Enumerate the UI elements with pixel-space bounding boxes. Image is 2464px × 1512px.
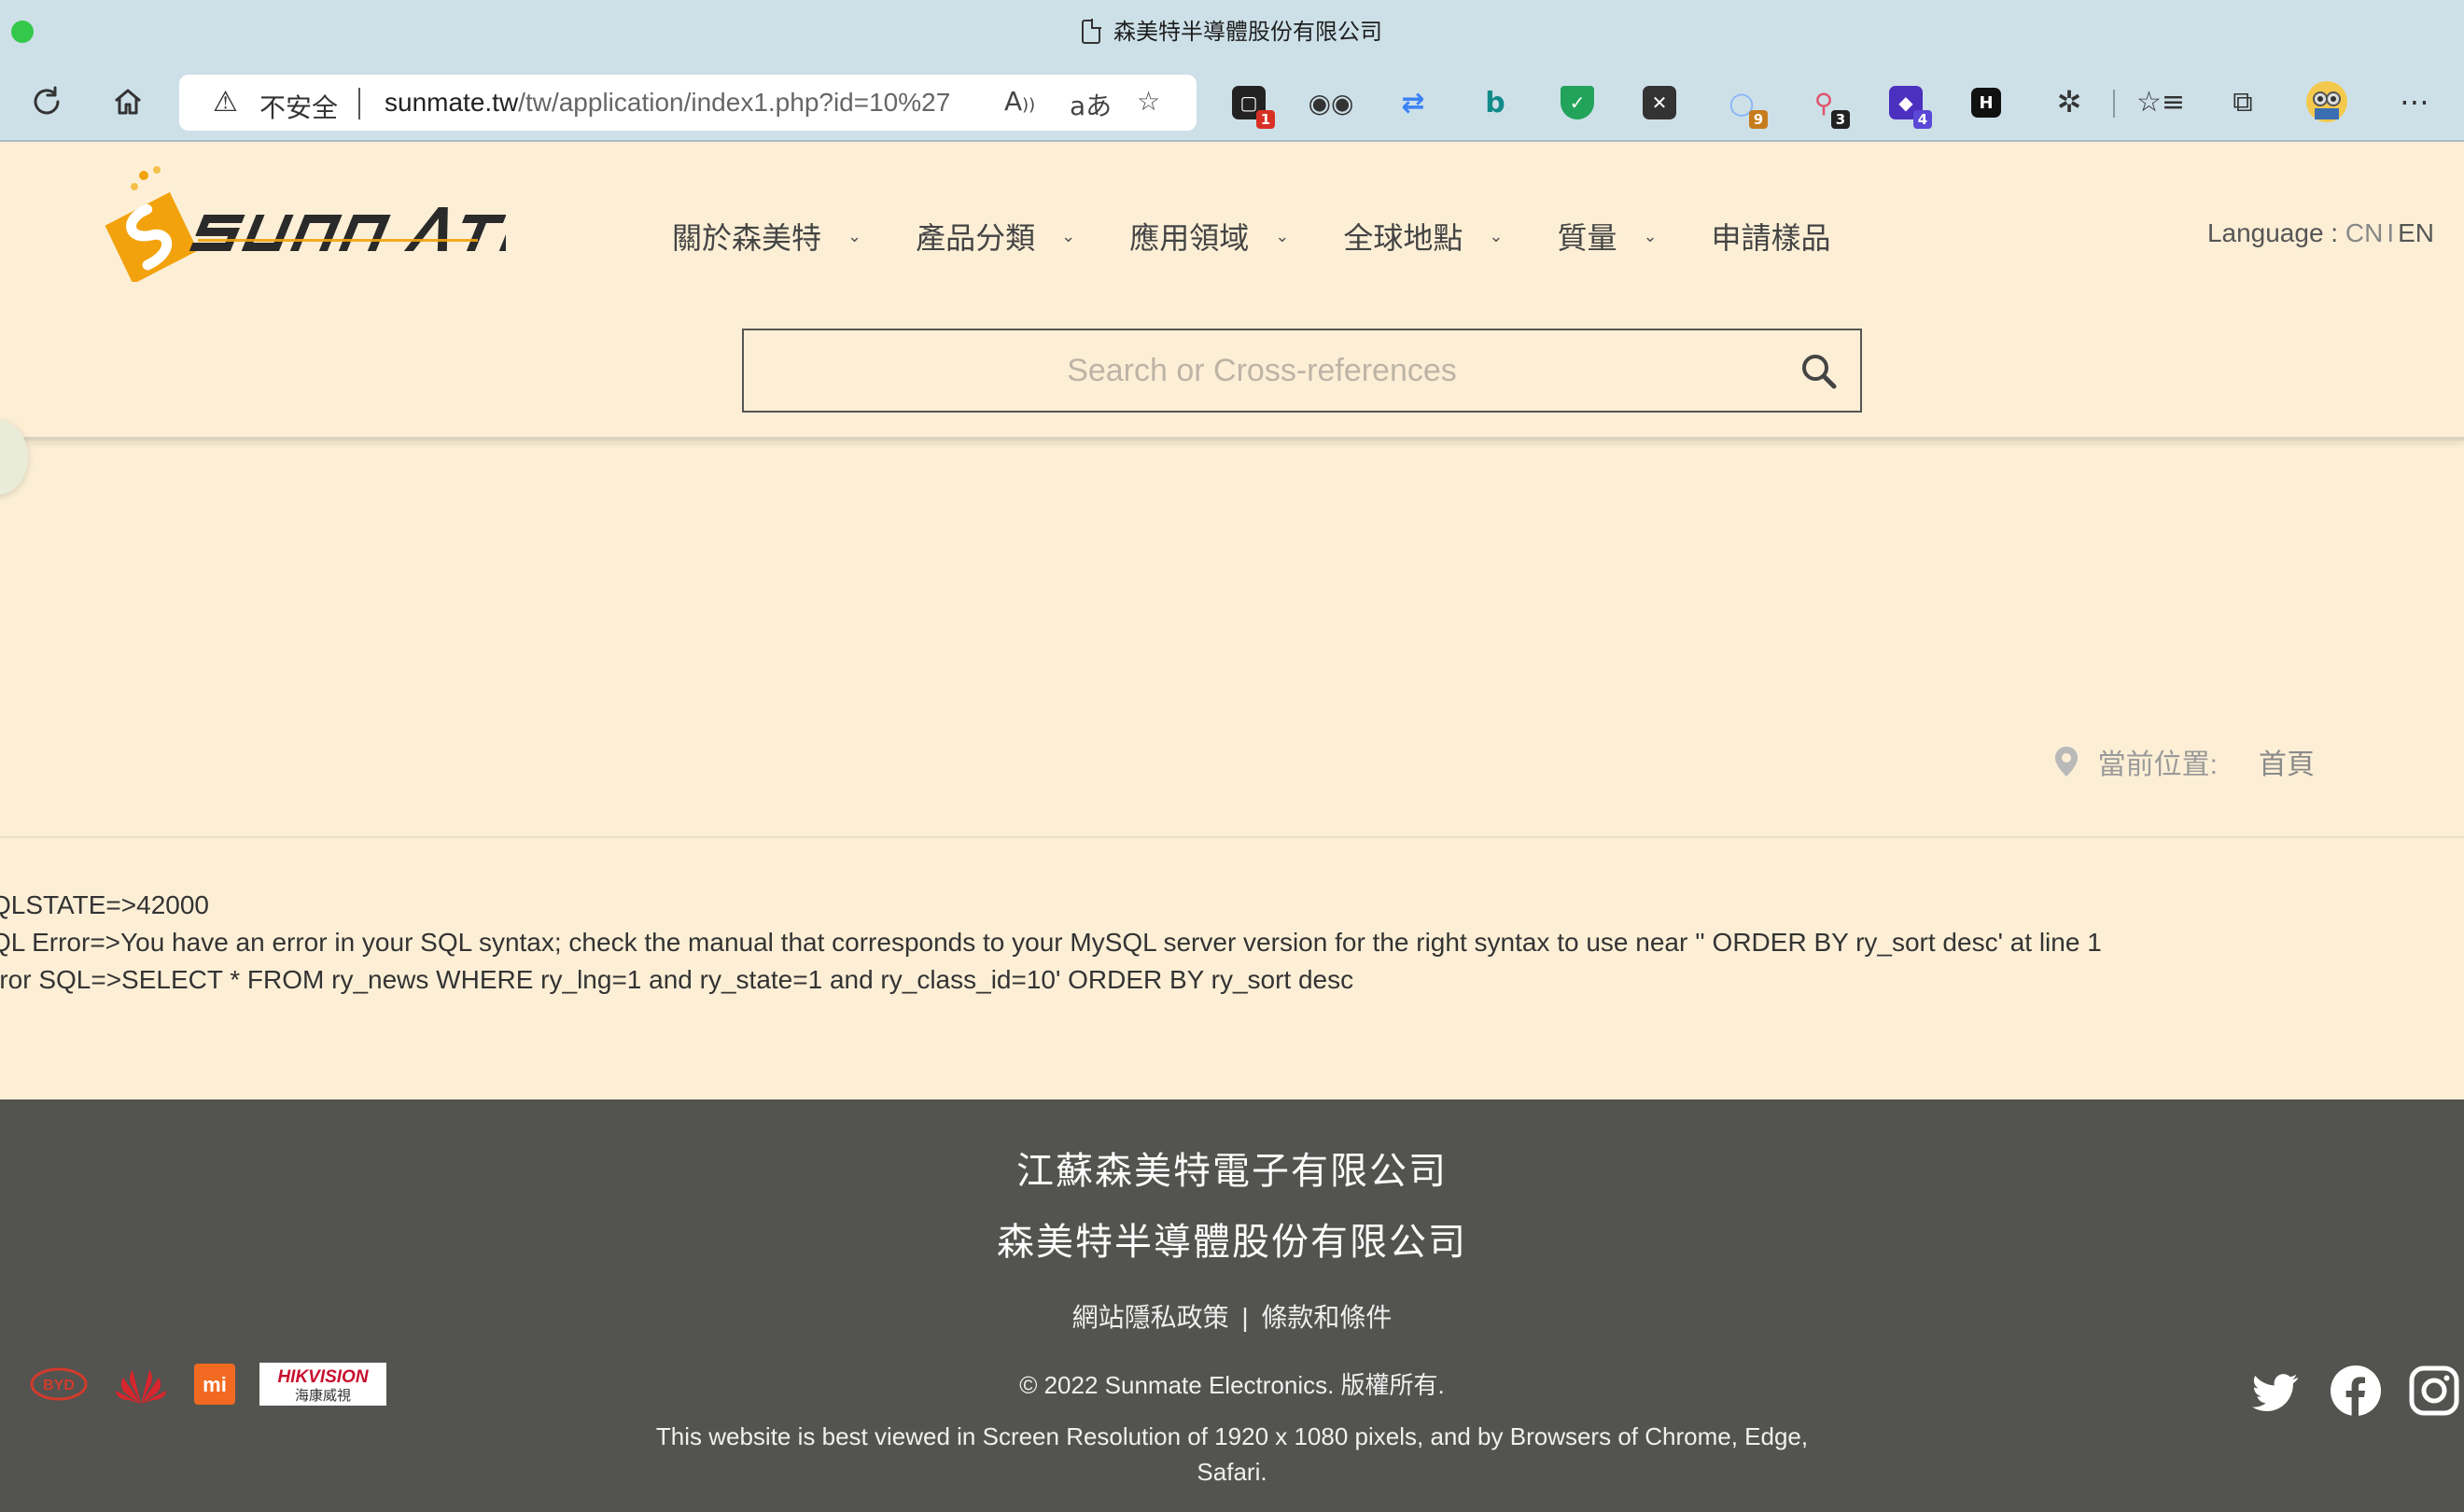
- terms-link[interactable]: 條款和條件: [1261, 1303, 1392, 1332]
- ext-1-badge: 1: [1256, 110, 1275, 129]
- byd-logo-text: BYD: [43, 1378, 75, 1393]
- profile-avatar[interactable]: [2305, 80, 2348, 123]
- chevron-down-icon: ⌄: [1061, 226, 1076, 246]
- x-icon[interactable]: ✕: [1643, 86, 1676, 119]
- chevron-down-icon: ⌄: [1489, 226, 1504, 246]
- read-aloud-icon[interactable]: A)): [1004, 86, 1035, 117]
- error-line-state: QLSTATE=>42000: [0, 890, 209, 919]
- browser-toolbar: ⚠ 不安全 sunmate.tw/tw/application/index1.p…: [0, 62, 2464, 142]
- nav-sample-request[interactable]: 申請樣品: [1712, 215, 1831, 258]
- translate-icon[interactable]: aあ: [1070, 86, 1112, 123]
- footer-company-2: 森美特半導體股份有限公司: [997, 1222, 1467, 1263]
- address-separator: [358, 88, 360, 119]
- search-ext-icon[interactable]: ○ 9: [1725, 85, 1768, 129]
- instagram-icon[interactable]: [2408, 1365, 2460, 1417]
- lang-en-link[interactable]: EN: [2398, 218, 2434, 247]
- collections-icon[interactable]: ⧉: [2221, 80, 2264, 123]
- search-box: [742, 329, 1862, 413]
- breadcrumb: 當前位置: 首頁: [2053, 741, 2315, 782]
- search-input[interactable]: [744, 330, 1780, 411]
- search-icon[interactable]: [1799, 351, 1840, 392]
- main-nav: 關於森美特 ⌄ 產品分類 ⌄ 應用領域 ⌄ 全球地點 ⌄ 質量 ⌄ 申請樣品: [672, 215, 1885, 258]
- error-line-query: rror SQL=>SELECT * FROM ry_news WHERE ry…: [0, 965, 1354, 994]
- ext-1-icon[interactable]: ▢ 1: [1232, 86, 1275, 129]
- favorites-icon[interactable]: ☆≡: [2136, 80, 2185, 123]
- sunmate-logo[interactable]: [86, 161, 555, 285]
- shield-icon[interactable]: ✓: [1561, 86, 1594, 119]
- tab-title-text: 森美特半導體股份有限公司: [1113, 19, 1382, 45]
- lang-cn-link[interactable]: CN: [2345, 218, 2383, 247]
- nav-products[interactable]: 產品分類 ⌄: [916, 215, 1075, 258]
- chevron-down-icon: ⌄: [1643, 226, 1658, 246]
- extensions-puzzle-icon[interactable]: ✲: [2048, 80, 2091, 123]
- spy-glasses-icon[interactable]: ◉◉: [1309, 86, 1353, 119]
- nav-about-label: 關於森美特: [672, 221, 822, 255]
- nav-products-label: 產品分類: [916, 221, 1036, 255]
- nav-applications[interactable]: 應用領域 ⌄: [1129, 215, 1289, 258]
- link-ext-badge: 3: [1831, 110, 1850, 129]
- error-line-message: QL Error=>You have an error in your SQL …: [0, 928, 2102, 957]
- warning-icon[interactable]: ⚠: [213, 86, 238, 119]
- nav-quality-label: 質量: [1557, 221, 1617, 255]
- repeat-icon[interactable]: ⇄: [1396, 86, 1430, 119]
- nav-applications-label: 應用領域: [1129, 221, 1250, 255]
- xiaomi-logo-text: mi: [203, 1373, 227, 1396]
- insecure-label[interactable]: 不安全: [259, 88, 338, 125]
- huawei-logo: [112, 1363, 170, 1406]
- site-footer: 江蘇森美特電子有限公司 森美特半導體股份有限公司 網站隱私政策 | 條款和條件 …: [0, 1099, 2464, 1512]
- location-pin-icon: [2054, 747, 2078, 777]
- social-links: [2225, 1365, 2460, 1417]
- bing-icon[interactable]: b: [1478, 86, 1512, 119]
- footer-link-separator: |: [1241, 1303, 1249, 1332]
- url-text[interactable]: sunmate.tw/tw/application/index1.php?id=…: [385, 88, 950, 118]
- url-host: sunmate.tw: [385, 88, 519, 117]
- tab-title: 森美特半導體股份有限公司: [0, 13, 2464, 46]
- nav-locations-label: 全球地點: [1343, 221, 1463, 255]
- h-ext-icon[interactable]: H: [1971, 88, 2001, 118]
- more-menu-icon[interactable]: ⋯: [2393, 80, 2436, 123]
- url-path: /tw/application/index1.php?id=10%27: [518, 88, 951, 117]
- facebook-icon[interactable]: [2330, 1365, 2382, 1417]
- footer-resolution-note: This website is best viewed in Screen Re…: [655, 1422, 1809, 1486]
- page-icon: [1082, 19, 1101, 44]
- nav-about[interactable]: 關於森美特 ⌄: [672, 215, 861, 258]
- chevron-down-icon: ⌄: [1275, 226, 1290, 246]
- graduation-cap-icon[interactable]: ◆ 4: [1889, 86, 1932, 129]
- link-ext-icon[interactable]: ⚲ 3: [1807, 86, 1850, 129]
- search-ext-badge: 9: [1749, 110, 1768, 129]
- partner-logos: BYD mi HIKVISION 海康威視: [30, 1363, 411, 1406]
- lang-separator: I: [2387, 218, 2395, 247]
- content-divider: [0, 836, 2464, 838]
- byd-logo: BYD: [30, 1365, 88, 1403]
- hikvision-logo: HIKVISION 海康威視: [259, 1363, 386, 1406]
- address-bar[interactable]: ⚠ 不安全 sunmate.tw/tw/application/index1.p…: [179, 75, 1197, 131]
- sql-error-output: QLSTATE=>42000 QL Error=>You have an err…: [0, 887, 2102, 999]
- language-label: Language :: [2206, 218, 2345, 247]
- nav-locations[interactable]: 全球地點 ⌄: [1343, 215, 1503, 258]
- privacy-policy-link[interactable]: 網站隱私政策: [1072, 1303, 1229, 1332]
- nav-sample-label: 申請樣品: [1711, 221, 1831, 255]
- language-switcher: Language : CN I EN: [2207, 218, 2434, 248]
- cap-ext-badge: 4: [1913, 110, 1932, 129]
- footer-links: 網站隱私政策 | 條款和條件: [0, 1297, 2464, 1335]
- chevron-down-icon: ⌄: [847, 226, 862, 246]
- site-header: 關於森美特 ⌄ 產品分類 ⌄ 應用領域 ⌄ 全球地點 ⌄ 質量 ⌄ 申請樣品 Langua…: [0, 142, 2464, 441]
- nav-quality[interactable]: 質量 ⌄: [1557, 215, 1657, 258]
- footer-company-1: 江蘇森美特電子有限公司: [1016, 1151, 1448, 1192]
- twitter-icon[interactable]: [2251, 1365, 2303, 1417]
- reload-icon[interactable]: [25, 80, 68, 123]
- breadcrumb-home-link[interactable]: 首頁: [2259, 741, 2315, 782]
- hikvision-logo-cn-text: 海康威視: [295, 1387, 351, 1404]
- browser-titlebar: 森美特半導體股份有限公司: [0, 0, 2464, 62]
- breadcrumb-label: 當前位置:: [2097, 749, 2218, 780]
- xiaomi-logo: mi: [194, 1364, 235, 1405]
- hikvision-logo-text: HIKVISION: [277, 1367, 369, 1387]
- toolbar-divider: [2113, 90, 2115, 118]
- add-favorite-icon[interactable]: ☆: [1137, 86, 1160, 117]
- home-icon[interactable]: [106, 80, 149, 123]
